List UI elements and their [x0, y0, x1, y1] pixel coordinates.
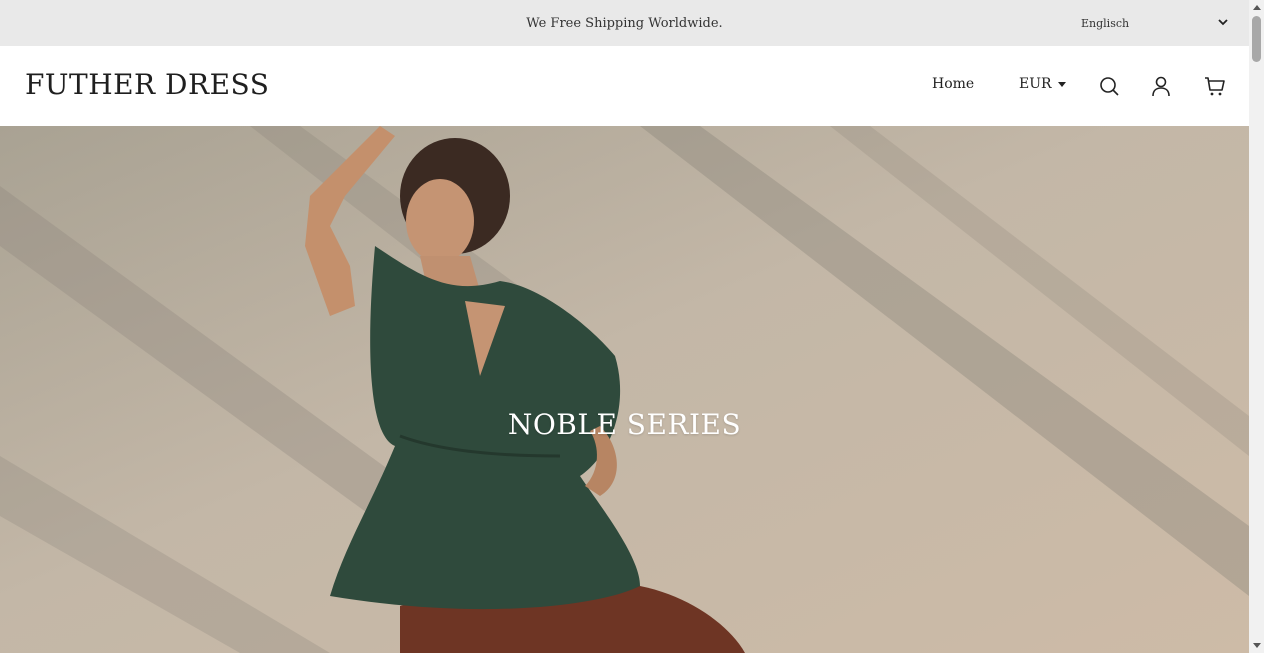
site-logo[interactable]: FUTHER DRESS [25, 68, 269, 101]
page-scrollbar[interactable] [1249, 0, 1264, 653]
currency-value: EUR [1019, 76, 1052, 92]
scroll-thumb[interactable] [1252, 16, 1261, 62]
hero-title: NOBLE SERIES [507, 408, 742, 441]
search-icon[interactable] [1098, 75, 1120, 97]
currency-selector[interactable]: EUR [1019, 76, 1066, 92]
chevron-down-icon [1217, 16, 1229, 31]
caret-down-icon [1057, 82, 1066, 87]
announcement-bar: We Free Shipping Worldwide. Englisch [0, 0, 1249, 46]
language-select[interactable]: Englisch [1081, 10, 1229, 36]
announcement-text: We Free Shipping Worldwide. [526, 15, 723, 31]
hero-image [0, 126, 1249, 653]
account-icon[interactable] [1150, 75, 1172, 97]
site-header: FUTHER DRESS Home EUR [0, 46, 1249, 126]
language-value: Englisch [1081, 16, 1130, 30]
hero-banner[interactable]: NOBLE SERIES [0, 126, 1249, 653]
nav-home-link[interactable]: Home [932, 76, 974, 92]
cart-icon[interactable] [1204, 75, 1226, 97]
scroll-up-icon[interactable] [1249, 0, 1264, 14]
scroll-down-icon[interactable] [1249, 639, 1264, 653]
